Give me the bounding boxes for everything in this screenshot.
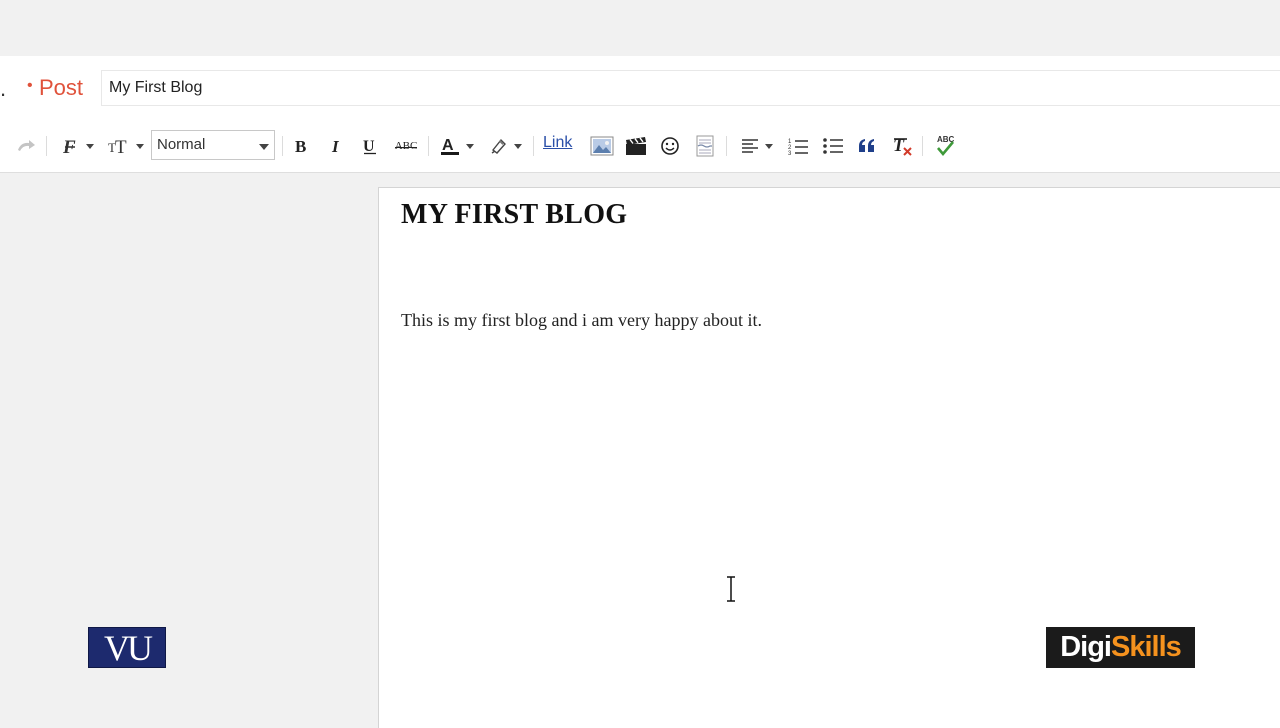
digiskills-logo: Digi Skills — [1046, 627, 1195, 668]
digiskills-logo-part2: Skills — [1111, 631, 1182, 663]
insert-video-button[interactable] — [623, 133, 649, 159]
vu-logo: VU — [88, 627, 166, 668]
toolbar-divider — [46, 136, 47, 156]
alignment-button[interactable] — [736, 133, 776, 159]
paragraph-format-select[interactable]: Normal — [151, 130, 275, 160]
browser-top-area — [0, 0, 1280, 56]
svg-text:A: A — [442, 137, 454, 154]
text-color-button[interactable]: A — [436, 133, 476, 159]
font-family-icon: F — [61, 136, 81, 156]
truncated-breadcrumb: . — [0, 76, 7, 101]
toolbar-divider — [428, 136, 429, 156]
chevron-down-icon — [259, 144, 269, 150]
clear-formatting-icon: T — [891, 135, 913, 157]
strikethrough-button[interactable]: ABC — [393, 133, 419, 159]
insert-jump-break-button[interactable] — [693, 133, 717, 159]
toolbar-divider — [922, 136, 923, 156]
insert-image-button[interactable] — [589, 133, 615, 159]
chevron-down-icon — [135, 143, 144, 149]
svg-text:B: B — [295, 137, 306, 155]
align-icon — [740, 137, 760, 155]
separator-dot: • — [27, 77, 33, 94]
post-label: Post — [39, 75, 84, 100]
image-icon — [590, 135, 614, 157]
video-icon — [625, 136, 647, 156]
svg-text:T: T — [115, 137, 127, 156]
strikethrough-label: ABC — [394, 140, 418, 152]
chevron-down-icon — [85, 143, 94, 149]
post-title-input[interactable] — [101, 70, 1280, 106]
bold-icon: B — [293, 137, 309, 155]
svg-text:3: 3 — [788, 151, 792, 156]
post-body-text: This is my first blog and i am very happ… — [401, 310, 762, 330]
digiskills-logo-part1: Digi — [1060, 631, 1112, 663]
bold-button[interactable]: B — [290, 133, 312, 159]
chevron-down-icon — [764, 143, 773, 149]
font-family-button[interactable]: F — [58, 133, 96, 159]
quote-button[interactable] — [855, 133, 879, 159]
numbered-list-button[interactable]: 123 — [786, 133, 810, 159]
text-cursor-icon — [724, 575, 738, 608]
bulleted-list-icon — [822, 136, 844, 156]
clear-formatting-button[interactable]: T — [890, 133, 914, 159]
emoji-icon — [660, 136, 680, 156]
spellcheck-button[interactable]: ABC — [932, 133, 958, 159]
spellcheck-icon: ABC — [934, 135, 956, 157]
svg-text:I: I — [331, 137, 340, 155]
svg-text:U: U — [363, 138, 375, 155]
font-size-button[interactable]: TT — [104, 133, 146, 159]
insert-link-button[interactable]: Link — [543, 134, 572, 152]
font-size-icon: TT — [107, 136, 131, 156]
highlight-icon — [489, 136, 509, 156]
italic-icon: I — [328, 137, 344, 155]
bulleted-list-button[interactable] — [821, 133, 845, 159]
quote-icon — [857, 137, 877, 155]
highlight-button[interactable] — [485, 133, 525, 159]
paragraph-format-value: Normal — [157, 136, 206, 153]
chevron-down-icon — [465, 143, 474, 149]
post-heading: MY FIRST BLOG — [401, 199, 628, 230]
underline-icon: U — [362, 137, 378, 155]
redo-icon — [15, 138, 37, 154]
numbered-list-icon: 123 — [787, 136, 809, 156]
redo-button[interactable] — [14, 133, 38, 159]
chevron-down-icon — [513, 143, 522, 149]
strikethrough-icon: ABC — [394, 140, 418, 152]
vu-logo-text: VU — [104, 627, 153, 668]
jump-break-icon — [695, 135, 715, 157]
text-color-icon: A — [439, 135, 461, 157]
svg-text:T: T — [893, 135, 905, 155]
toolbar-divider — [533, 136, 534, 156]
underline-button[interactable]: U — [359, 133, 381, 159]
toolbar-divider — [726, 136, 727, 156]
insert-emoji-button[interactable] — [658, 133, 682, 159]
italic-button[interactable]: I — [325, 133, 347, 159]
toolbar-divider — [282, 136, 283, 156]
